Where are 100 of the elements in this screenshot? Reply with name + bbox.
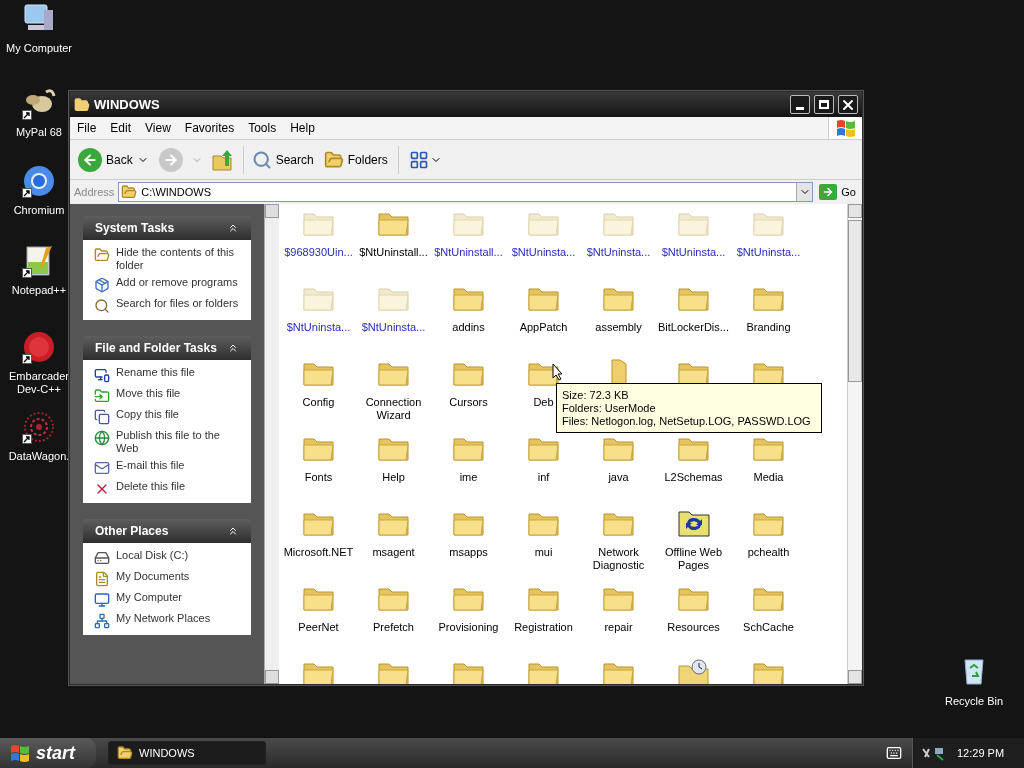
folder-label[interactable]: BitLockerDis...: [656, 321, 731, 334]
folder-label[interactable]: Microsoft.NET: [281, 546, 356, 559]
task-link[interactable]: Hide the contents of this folder: [116, 246, 240, 272]
folder-label[interactable]: Branding: [731, 321, 806, 334]
folder-label[interactable]: java: [581, 471, 656, 484]
package-icon: [94, 277, 110, 293]
folder-label[interactable]: msapps: [431, 546, 506, 559]
task-link[interactable]: My Network Places: [116, 612, 211, 625]
folder-icon: [323, 149, 344, 170]
folder-label[interactable]: $NtUninsta...: [281, 321, 356, 334]
desktop-icon-label[interactable]: Recycle Bin: [944, 693, 1004, 710]
desktop-icon-label[interactable]: Embarcader Dev-C++: [9, 370, 69, 396]
go-button[interactable]: Go: [817, 183, 858, 201]
folder-label[interactable]: Help: [356, 471, 431, 484]
back-button[interactable]: Back: [78, 147, 133, 172]
folder-label[interactable]: assembly: [581, 321, 656, 334]
folder-label[interactable]: SchCache: [731, 621, 806, 634]
task-link[interactable]: Add or remove programs: [116, 276, 238, 289]
task-link[interactable]: Search for files or folders: [116, 297, 239, 310]
folder-label[interactable]: Fonts: [281, 471, 356, 484]
panel-header[interactable]: Other Places: [83, 519, 251, 543]
documents-icon: [94, 571, 110, 587]
folder-label[interactable]: $NtUninsta...: [356, 321, 431, 334]
folder-label[interactable]: $968930Uin...: [281, 246, 356, 259]
folder-label[interactable]: Network Diagnostic: [581, 546, 656, 572]
folder-label[interactable]: repair: [581, 621, 656, 634]
folder-label[interactable]: $NtUninstall...: [431, 246, 506, 259]
desktop-icon-label[interactable]: My Computer: [6, 42, 72, 55]
scrollbar[interactable]: [847, 204, 862, 684]
scroll-down-button[interactable]: [848, 670, 862, 684]
taskbar-button[interactable]: WINDOWS: [108, 741, 266, 765]
shortcut-arrow-icon: [22, 110, 32, 120]
close-button[interactable]: [838, 95, 858, 114]
folder-label[interactable]: ime: [431, 471, 506, 484]
scrollbar[interactable]: [264, 204, 279, 684]
task-link[interactable]: My Computer: [116, 591, 183, 604]
folder-label[interactable]: addins: [431, 321, 506, 334]
folder-label[interactable]: Cursors: [431, 396, 506, 409]
menu-item[interactable]: Tools: [241, 119, 284, 137]
folder-label[interactable]: $NtUninsta...: [731, 246, 806, 259]
folder-label[interactable]: L2Schemas: [656, 471, 731, 484]
desktop-icon-label[interactable]: DataWagon.: [8, 450, 70, 463]
shortcut-arrow-icon: [22, 188, 32, 198]
desktop-icon-label[interactable]: Chromium: [13, 204, 65, 217]
views-button[interactable]: [408, 149, 442, 170]
collapse-icon[interactable]: [227, 342, 239, 354]
task-link[interactable]: Local Disk (C:): [116, 549, 189, 562]
folder-label[interactable]: AppPatch: [506, 321, 581, 334]
task-link[interactable]: Publish this file to the Web: [116, 429, 240, 455]
menu-item[interactable]: View: [138, 119, 178, 137]
desktop-icon-label[interactable]: MyPal 68: [16, 126, 62, 139]
minimize-button[interactable]: [790, 95, 810, 114]
panel-header[interactable]: System Tasks: [83, 216, 251, 240]
folder-label[interactable]: msagent: [356, 546, 431, 559]
folder-label[interactable]: Prefetch: [356, 621, 431, 634]
envelope-icon: [94, 460, 110, 476]
desktop-icon-label[interactable]: Notepad++: [11, 284, 67, 297]
windows-logo: [10, 744, 30, 762]
folder-label[interactable]: pchealth: [731, 546, 806, 559]
collapse-icon[interactable]: [227, 525, 239, 537]
folder-label[interactable]: Media: [731, 471, 806, 484]
task-link[interactable]: Delete this file: [116, 480, 186, 493]
folder-label[interactable]: Resources: [656, 621, 731, 634]
panel-header[interactable]: File and Folder Tasks: [83, 336, 251, 360]
folder-label[interactable]: $NtUninsta...: [656, 246, 731, 259]
task-link[interactable]: Rename this file: [116, 366, 195, 379]
folder-label[interactable]: inf: [506, 471, 581, 484]
scroll-down-button[interactable]: [265, 670, 279, 684]
task-link[interactable]: Copy this file: [116, 408, 179, 421]
folder-label[interactable]: PeerNet: [281, 621, 356, 634]
collapse-icon[interactable]: [227, 222, 239, 234]
menu-item[interactable]: Help: [283, 119, 322, 137]
folder-label[interactable]: Provisioning: [431, 621, 506, 634]
scroll-up-button[interactable]: [848, 204, 862, 218]
menu-item[interactable]: Edit: [103, 119, 139, 137]
menu-item[interactable]: Favorites: [177, 119, 242, 137]
folder-label[interactable]: mui: [506, 546, 581, 559]
dropdown-button[interactable]: [796, 183, 813, 201]
folder-label[interactable]: Connection Wizard: [356, 396, 431, 422]
task-link[interactable]: My Documents: [116, 570, 190, 583]
folder-label[interactable]: $NtUninstall...: [356, 246, 431, 259]
menu-item[interactable]: File: [70, 119, 104, 137]
folder-label[interactable]: Config: [281, 396, 356, 409]
folders-button[interactable]: Folders: [323, 149, 388, 170]
task-link[interactable]: E-mail this file: [116, 459, 185, 472]
start-button[interactable]: start: [0, 738, 96, 768]
search-icon: [94, 298, 110, 314]
scrollbar-thumb[interactable]: [848, 220, 862, 382]
mouse-pointer-icon: [552, 363, 564, 381]
search-button[interactable]: Search: [251, 149, 314, 170]
browser-icon: [22, 164, 56, 198]
keyboard-icon[interactable]: [886, 745, 902, 761]
folder-label[interactable]: Offline Web Pages: [656, 546, 731, 572]
folder-label[interactable]: $NtUninsta...: [506, 246, 581, 259]
task-link[interactable]: Move this file: [116, 387, 181, 400]
scroll-up-button[interactable]: [265, 204, 279, 218]
folder-label[interactable]: $NtUninsta...: [581, 246, 656, 259]
maximize-button[interactable]: [814, 95, 834, 114]
address-field[interactable]: C:\WINDOWS: [118, 182, 814, 202]
folder-label[interactable]: Registration: [506, 621, 581, 634]
